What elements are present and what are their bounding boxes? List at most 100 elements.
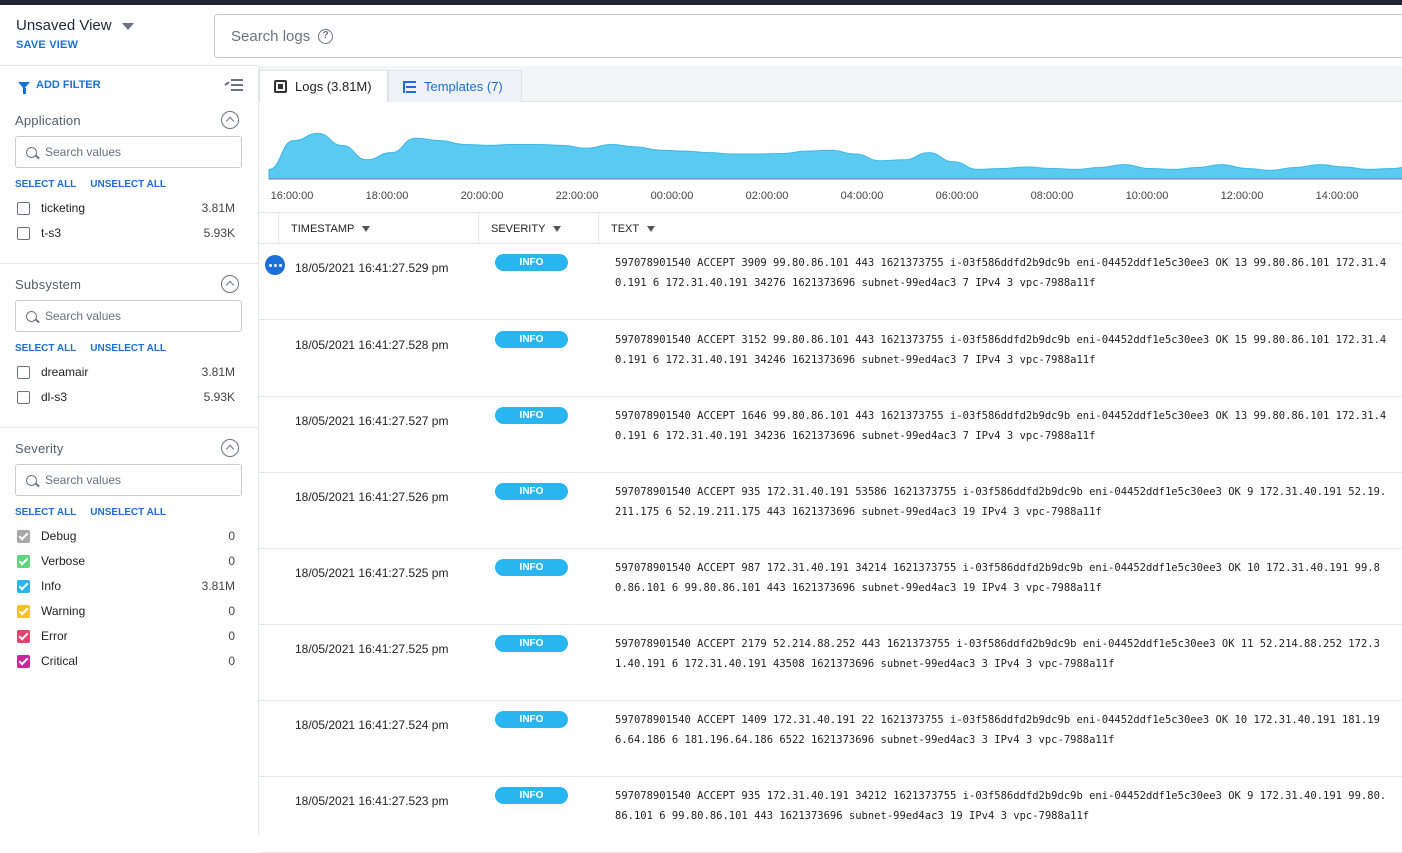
search-icon xyxy=(26,310,37,322)
area-series xyxy=(268,132,1402,180)
checkbox[interactable] xyxy=(17,629,30,643)
search-placeholder: Search values xyxy=(45,309,122,323)
table-row[interactable]: 18/05/2021 16:41:27.526 pm INFO 597078901… xyxy=(259,473,1402,549)
row-timestamp: 18/05/2021 16:41:27.524 pm xyxy=(295,718,449,732)
filter-option[interactable]: Info 3.81M xyxy=(17,577,235,595)
x-tick-label: 16:00:00 xyxy=(271,190,314,202)
x-tick-label: 08:00:00 xyxy=(1031,190,1074,202)
severity-badge: INFO xyxy=(495,635,568,652)
option-count: 3.81M xyxy=(201,579,235,593)
search-placeholder: Search values xyxy=(45,473,122,487)
save-view-link[interactable]: SAVE VIEW xyxy=(16,39,78,51)
table-row[interactable]: 18/05/2021 16:41:27.525 pm INFO 597078901… xyxy=(259,549,1402,625)
checkbox[interactable] xyxy=(17,579,30,593)
unselect-all-link[interactable]: UNSELECT ALL xyxy=(90,343,166,354)
collapse-sidebar-icon[interactable] xyxy=(224,79,243,91)
option-label: Warning xyxy=(41,604,86,618)
chevron-up-icon[interactable] xyxy=(221,439,239,457)
chevron-up-icon[interactable] xyxy=(221,111,239,129)
unselect-all-link[interactable]: UNSELECT ALL xyxy=(90,179,166,190)
filter-option[interactable]: Critical 0 xyxy=(17,652,235,670)
checkbox[interactable] xyxy=(17,554,30,568)
tab-logs[interactable]: Logs (3.81M) xyxy=(259,70,388,102)
column-header-text[interactable]: TEXT xyxy=(598,213,1402,244)
row-text: 597078901540 ACCEPT 2179 52.214.88.252 4… xyxy=(615,638,1380,670)
row-timestamp: 18/05/2021 16:41:27.529 pm xyxy=(295,261,449,275)
table-row[interactable]: 18/05/2021 16:41:27.528 pm INFO 597078901… xyxy=(259,321,1402,397)
logs-main-panel: Logs (3.81M) Templates (7) 16:00:00 18:00… xyxy=(259,66,1402,853)
severity-badge: INFO xyxy=(495,483,568,500)
option-label: dl-s3 xyxy=(41,390,68,404)
table-row[interactable]: 18/05/2021 16:41:27.524 pm INFO 597078901… xyxy=(259,701,1402,777)
log-volume-chart-svg: 16:00:00 18:00:00 20:00:00 22:00:00 00:00:00… xyxy=(268,132,1402,202)
log-volume-chart: 16:00:00 18:00:00 20:00:00 22:00:00 00:00:00… xyxy=(259,103,1402,211)
subsystem-search-input[interactable]: Search values xyxy=(15,300,242,332)
select-all-link[interactable]: SELECT ALL xyxy=(15,343,76,354)
row-text: 597078901540 ACCEPT 1409 172.31.40.191 2… xyxy=(615,714,1380,746)
x-tick-label: 06:00:00 xyxy=(936,190,979,202)
filter-option[interactable]: Warning 0 xyxy=(17,602,235,620)
divider xyxy=(0,427,259,428)
view-selector[interactable]: Unsaved View xyxy=(16,17,134,34)
search-logs-placeholder: Search logs xyxy=(231,27,311,45)
search-icon xyxy=(26,474,37,486)
filter-option[interactable]: Debug 0 xyxy=(17,527,235,545)
row-text: 597078901540 ACCEPT 987 172.31.40.191 34… xyxy=(615,562,1380,594)
option-label: Info xyxy=(41,579,62,593)
help-icon[interactable]: ? xyxy=(318,28,334,44)
chip-icon xyxy=(274,80,287,93)
checkbox[interactable] xyxy=(17,201,30,215)
view-title: Unsaved View xyxy=(16,17,112,34)
row-timestamp: 18/05/2021 16:41:27.525 pm xyxy=(295,566,449,580)
checkbox[interactable] xyxy=(17,226,30,240)
filter-option[interactable]: Verbose 0 xyxy=(17,552,235,570)
table-row[interactable]: 18/05/2021 16:41:27.523 pm INFO 597078901… xyxy=(259,777,1402,853)
checkbox[interactable] xyxy=(17,390,30,404)
tab-templates[interactable]: Templates (7) xyxy=(388,70,522,102)
search-logs-input[interactable]: Search logs ? xyxy=(214,14,1402,58)
filter-option[interactable]: Error 0 xyxy=(17,627,235,645)
select-all-link[interactable]: SELECT ALL xyxy=(15,507,76,518)
option-count: 5.93K xyxy=(203,390,235,404)
table-row[interactable]: 18/05/2021 16:41:27.525 pm INFO 597078901… xyxy=(259,625,1402,701)
row-text: 597078901540 ACCEPT 935 172.31.40.191 53… xyxy=(615,486,1387,518)
row-text: 597078901540 ACCEPT 935 172.31.40.191 34… xyxy=(615,790,1387,822)
unselect-all-link[interactable]: UNSELECT ALL xyxy=(90,507,166,518)
table-row[interactable]: 18/05/2021 16:41:27.527 pm INFO 597078901… xyxy=(259,397,1402,473)
table-row[interactable]: 18/05/2021 16:41:27.529 pm INFO 597078901… xyxy=(259,244,1402,320)
row-timestamp: 18/05/2021 16:41:27.525 pm xyxy=(295,642,449,656)
option-label: Verbose xyxy=(41,554,86,568)
select-all-link[interactable]: SELECT ALL xyxy=(15,179,76,190)
filter-option[interactable]: t-s3 5.93K xyxy=(17,224,235,242)
filter-option[interactable]: dreamair 3.81M xyxy=(17,363,235,381)
column-header-timestamp[interactable]: TIMESTAMP xyxy=(278,213,478,244)
column-header-severity[interactable]: SEVERITY xyxy=(478,213,598,244)
severity-search-input[interactable]: Search values xyxy=(15,464,242,496)
application-search-input[interactable]: Search values xyxy=(15,136,242,168)
filter-option[interactable]: ticketing 3.81M xyxy=(17,199,235,217)
option-count: 3.81M xyxy=(201,365,235,379)
checkbox[interactable] xyxy=(17,604,30,618)
checkbox[interactable] xyxy=(17,654,30,668)
row-timestamp: 18/05/2021 16:41:27.523 pm xyxy=(295,794,449,808)
filter-option[interactable]: dl-s3 5.93K xyxy=(17,388,235,406)
row-text: 597078901540 ACCEPT 1646 99.80.86.101 44… xyxy=(615,410,1387,442)
option-count: 3.81M xyxy=(201,201,235,215)
column-label: TEXT xyxy=(611,222,640,235)
add-filter-button[interactable]: ADD FILTER xyxy=(18,79,101,94)
severity-badge: INFO xyxy=(495,559,568,576)
row-actions-icon[interactable] xyxy=(265,255,285,275)
section-title: Severity xyxy=(15,441,64,456)
row-timestamp: 18/05/2021 16:41:27.526 pm xyxy=(295,490,449,504)
section-title: Application xyxy=(15,113,81,128)
option-count: 5.93K xyxy=(203,226,235,240)
chevron-up-icon[interactable] xyxy=(221,275,239,293)
row-text: 597078901540 ACCEPT 3909 99.80.86.101 44… xyxy=(615,257,1387,289)
checkbox[interactable] xyxy=(17,529,30,543)
option-count: 0 xyxy=(228,554,235,568)
sort-caret-icon xyxy=(362,225,371,232)
severity-badge: INFO xyxy=(495,787,568,804)
checkbox[interactable] xyxy=(17,365,30,379)
option-count: 0 xyxy=(228,629,235,643)
filter-sidebar: ADD FILTER Application Search values SEL… xyxy=(0,66,259,835)
